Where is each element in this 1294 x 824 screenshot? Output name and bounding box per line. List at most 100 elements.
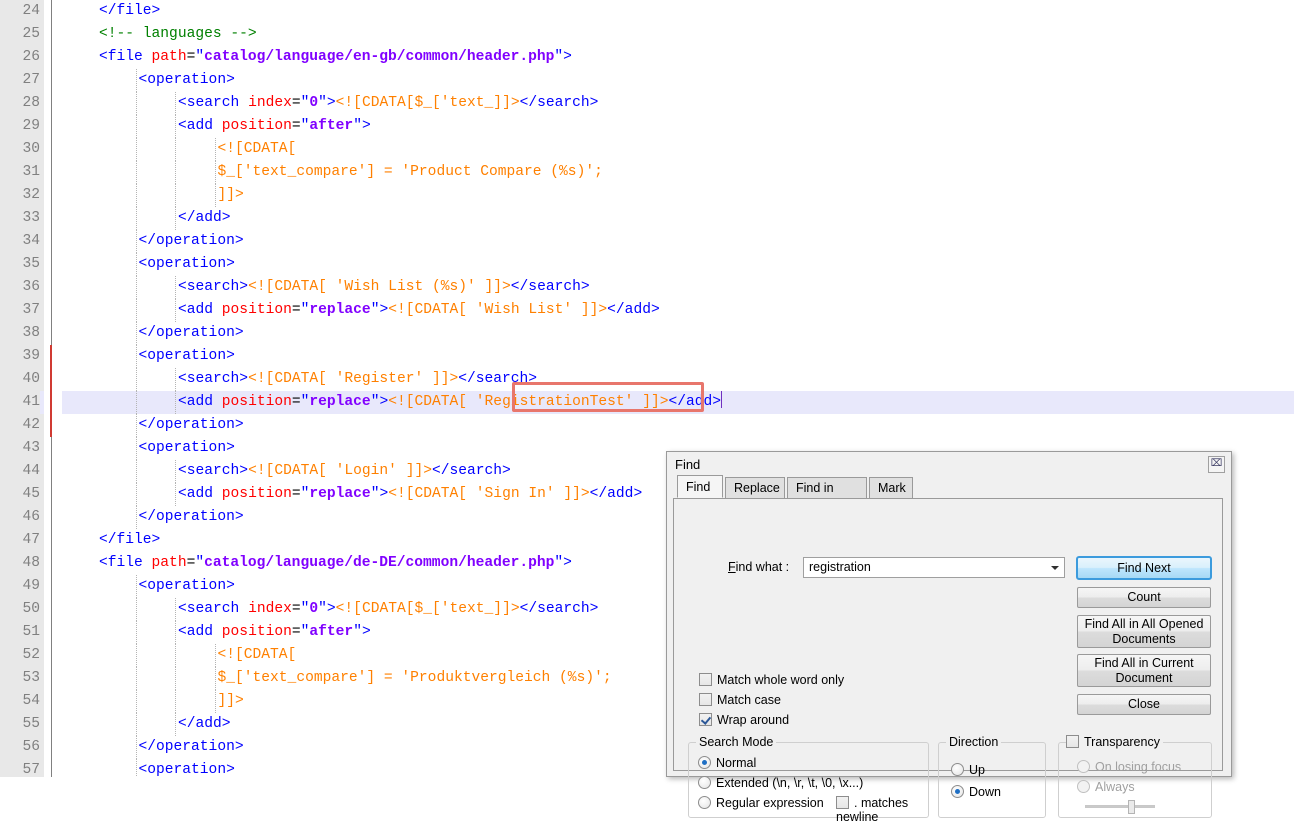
code-text: <!-- languages --> xyxy=(99,23,257,46)
close-button[interactable]: Close xyxy=(1077,694,1211,715)
transparency-group-title[interactable]: Transparency xyxy=(1066,735,1163,749)
chevron-down-icon[interactable] xyxy=(1051,566,1059,570)
indent-guide xyxy=(175,483,177,506)
code-line[interactable]: 40 <search><![CDATA[ 'Register' ]]></sear… xyxy=(0,368,1294,391)
code-line[interactable]: 29 <add position="after"> xyxy=(0,115,1294,138)
code-line[interactable]: 25 <!-- languages --> xyxy=(0,23,1294,46)
code-line[interactable]: 26 <file path="catalog/language/en-gb/com… xyxy=(0,46,1294,69)
close-icon[interactable]: ⌧ xyxy=(1208,456,1225,473)
match-whole-word-only-checkbox[interactable]: Match whole word only xyxy=(699,673,844,687)
fold-vertical-line xyxy=(51,598,52,777)
find-dialog[interactable]: Find ⌧ FindReplaceFind in FilesMark Find… xyxy=(666,451,1232,824)
tab-replace[interactable]: Replace xyxy=(725,477,785,498)
token-tag: "> xyxy=(370,302,389,318)
code-text: <search index="0"><![CDATA[$_['text_]]><… xyxy=(178,598,598,621)
indent-guide xyxy=(175,460,177,483)
search-mode-normal-radio[interactable]: Normal xyxy=(698,756,756,770)
token-tag: "> xyxy=(353,624,371,640)
radio-label: Extended (\n, \r, \t, \0, \x...) xyxy=(716,776,864,790)
tab-mark[interactable]: Mark xyxy=(869,477,913,498)
code-text: ]]> xyxy=(218,690,244,713)
indent-guide xyxy=(175,644,177,667)
indent-guide xyxy=(214,690,217,713)
search-mode-extended-radio[interactable]: Extended (\n, \r, \t, \0, \x...) xyxy=(698,776,863,790)
token-plain: = xyxy=(291,302,301,318)
code-line[interactable]: 39 <operation> xyxy=(0,345,1294,368)
code-text: <operation> xyxy=(139,69,235,92)
code-line[interactable]: 35 <operation> xyxy=(0,253,1294,276)
indent-guide xyxy=(135,253,138,276)
indent-guide xyxy=(135,368,138,391)
code-line[interactable]: 27 <operation> xyxy=(0,69,1294,92)
match-case-checkbox[interactable]: Match case xyxy=(699,693,781,707)
indent-guide xyxy=(175,184,177,207)
code-line[interactable]: 30 <![CDATA[ xyxy=(0,138,1294,161)
text-caret xyxy=(721,391,723,408)
code-line[interactable]: 31 $_['text_compare'] = 'Product Compare … xyxy=(0,161,1294,184)
code-line[interactable]: 32]]> xyxy=(0,184,1294,207)
fold-vertical-line xyxy=(50,345,52,437)
token-tag: </add> xyxy=(668,394,722,410)
count-button[interactable]: Count xyxy=(1077,587,1211,608)
transparency-slider[interactable] xyxy=(1085,800,1155,814)
code-line[interactable]: 42 </operation> xyxy=(0,414,1294,437)
token-cdata: <![CDATA[ xyxy=(217,141,297,157)
code-line[interactable]: 36 <search><![CDATA[ 'Wish List (%s)' ]]>… xyxy=(0,276,1294,299)
radio-label: Up xyxy=(969,763,985,777)
wrap-around-checkbox[interactable]: Wrap around xyxy=(699,713,789,727)
code-line[interactable]: 33 </add> xyxy=(0,207,1294,230)
indent-guide xyxy=(175,621,177,644)
find-what-input[interactable]: registration xyxy=(803,557,1065,578)
line-number: 27 xyxy=(0,69,40,92)
token-tag: </file> xyxy=(99,3,161,19)
fold-margin[interactable] xyxy=(44,0,62,777)
token-cdata: <![CDATA[ 'Wish List' ]]> xyxy=(388,302,608,318)
dot-matches-newline-checkbox[interactable]: . matches newline xyxy=(836,796,928,824)
find-all-in-current-document-button[interactable]: Find All in Current Document xyxy=(1077,654,1211,687)
fold-vertical-line xyxy=(51,0,52,276)
token-cdata: ]]> xyxy=(217,187,244,203)
tab-find[interactable]: Find xyxy=(677,475,723,498)
code-text: <operation> xyxy=(139,759,235,777)
transparency-slider-thumb[interactable] xyxy=(1128,800,1135,814)
token-cdata: <![CDATA[$_['text_]]> xyxy=(335,95,520,111)
code-line[interactable]: 38 </operation> xyxy=(0,322,1294,345)
code-line[interactable]: 24 </file> xyxy=(0,0,1294,23)
code-line[interactable]: 28 <search index="0"><![CDATA[$_['text_]]… xyxy=(0,92,1294,115)
direction-down-radio[interactable]: Down xyxy=(951,785,1001,799)
token-tag: <search> xyxy=(178,463,249,479)
tab-find-in-files[interactable]: Find in Files xyxy=(787,477,867,515)
code-line[interactable]: 34 </operation> xyxy=(0,230,1294,253)
find-all-in-all-opened-documents-button[interactable]: Find All in All Opened Documents xyxy=(1077,615,1211,648)
direction-up-radio[interactable]: Up xyxy=(951,763,985,777)
token-tag: <operation> xyxy=(138,256,235,272)
transparency-always-radio[interactable]: Always xyxy=(1077,780,1135,794)
transparency-group: Transparency On losing focus Always xyxy=(1058,735,1212,818)
line-number: 37 xyxy=(0,299,40,322)
search-mode-regex-radio[interactable]: Regular expression xyxy=(698,796,824,810)
token-tag: "> xyxy=(370,394,389,410)
token-tag: <search> xyxy=(178,279,249,295)
checkbox-icon xyxy=(699,713,712,726)
line-number: 28 xyxy=(0,92,40,115)
line-number: 38 xyxy=(0,322,40,345)
transparency-on-losing-focus-radio[interactable]: On losing focus xyxy=(1077,760,1181,774)
code-line[interactable]: 37 <add position="replace"><![CDATA[ 'Wis… xyxy=(0,299,1294,322)
token-tag: <operation> xyxy=(138,578,235,594)
find-dialog-tabs[interactable]: FindReplaceFind in FilesMark xyxy=(673,475,1225,515)
search-mode-group-title: Search Mode xyxy=(696,735,777,749)
radio-icon xyxy=(951,785,964,798)
find-dialog-titlebar[interactable]: Find ⌧ xyxy=(667,452,1231,477)
token-tag: <operation> xyxy=(138,72,235,88)
token-val: 0 xyxy=(309,95,319,111)
code-text: </add> xyxy=(178,713,231,736)
token-tag: </operation> xyxy=(138,417,244,433)
code-line[interactable]: 41 <add position="replace"><![CDATA[ 'Reg… xyxy=(0,391,1294,414)
line-number: 24 xyxy=(0,0,40,23)
find-what-label: Find what : xyxy=(728,560,790,574)
indent-guide xyxy=(135,506,138,529)
indent-guide xyxy=(135,713,138,736)
fold-vertical-line xyxy=(51,437,52,598)
find-next-button[interactable]: Find Next xyxy=(1076,556,1212,580)
token-tag: <operation> xyxy=(138,440,235,456)
